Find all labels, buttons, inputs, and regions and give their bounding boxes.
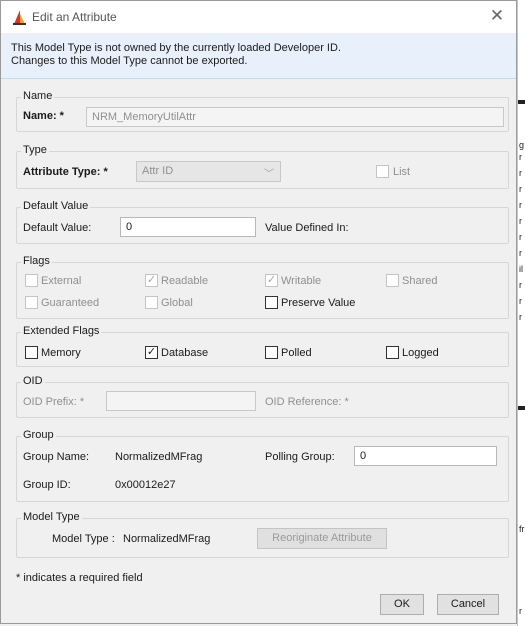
oid-reference-label: OID Reference: * xyxy=(265,396,349,408)
readable-label: Readable xyxy=(161,275,209,287)
extended-flags-group: Extended Flags Memory ✓ Database Polled … xyxy=(16,325,509,367)
model-type-group: Model Type Model Type : NormalizedMFrag … xyxy=(16,511,509,558)
required-field-note: * indicates a required field xyxy=(16,572,143,584)
banner-line-1: This Model Type is not owned by the curr… xyxy=(11,42,341,54)
model-type-legend: Model Type xyxy=(21,511,82,523)
writable-label: Writable xyxy=(281,275,322,287)
attribute-type-value: Attr ID xyxy=(142,165,174,177)
list-checkbox[interactable] xyxy=(376,165,389,178)
default-value-legend: Default Value xyxy=(21,200,91,212)
background-text: r xyxy=(519,216,522,226)
writable-checkbox[interactable]: ✓ xyxy=(265,274,278,287)
oid-prefix-field[interactable] xyxy=(106,391,256,411)
group-name-value: NormalizedMFrag xyxy=(115,451,203,463)
polling-group-input[interactable]: 0 xyxy=(354,446,497,466)
default-value-input[interactable]: 0 xyxy=(120,217,256,237)
background-text: r xyxy=(519,606,522,616)
background-text: r xyxy=(519,168,522,178)
shared-label: Shared xyxy=(402,275,438,287)
background-text: r xyxy=(519,152,522,162)
guaranteed-label: Guaranteed xyxy=(41,297,100,309)
background-text: r xyxy=(519,280,522,290)
preserve-value-checkbox[interactable] xyxy=(265,296,278,309)
title-bar[interactable]: Edit an Attribute ✕ xyxy=(1,1,516,33)
background-text: r xyxy=(519,200,522,210)
flags-group: Flags External ✓ Readable ✓ Writable Sha… xyxy=(16,255,509,319)
global-checkbox[interactable] xyxy=(145,296,158,309)
memory-label: Memory xyxy=(41,347,81,359)
background-text: g xyxy=(519,140,525,150)
window-title: Edit an Attribute xyxy=(32,10,117,24)
background-text: r xyxy=(519,184,522,194)
extended-flags-legend: Extended Flags xyxy=(21,325,102,337)
group-id-value: 0x00012e27 xyxy=(115,479,176,491)
banner-line-2: Changes to this Model Type cannot be exp… xyxy=(11,55,248,67)
model-type-value: NormalizedMFrag xyxy=(123,533,211,545)
background-text: r xyxy=(519,296,522,306)
list-label: List xyxy=(393,166,411,178)
background-text: r xyxy=(519,232,522,242)
name-group: Name Name: * NRM_MemoryUtilAttr xyxy=(16,90,509,132)
flags-legend: Flags xyxy=(21,255,52,267)
background-text: il xyxy=(519,264,523,274)
logged-checkbox[interactable] xyxy=(386,346,399,359)
database-checkbox[interactable]: ✓ xyxy=(145,346,158,359)
type-group: Type Attribute Type: * Attr ID ﹀ List xyxy=(16,144,509,189)
memory-checkbox[interactable] xyxy=(25,346,38,359)
edit-attribute-dialog: Edit an Attribute ✕ This Model Type is n… xyxy=(0,0,517,624)
name-group-legend: Name xyxy=(21,90,55,102)
background-text: fr xyxy=(519,524,525,534)
group-id-label: Group ID: xyxy=(23,479,71,491)
name-field[interactable]: NRM_MemoryUtilAttr xyxy=(86,107,504,127)
global-label: Global xyxy=(161,297,193,309)
app-logo-icon xyxy=(13,10,26,25)
reoriginate-attribute-button[interactable]: Reoriginate Attribute xyxy=(257,528,387,549)
external-checkbox[interactable] xyxy=(25,274,38,287)
group-name-label: Group Name: xyxy=(23,451,90,463)
background-text: r xyxy=(519,312,522,322)
value-defined-in-label: Value Defined In: xyxy=(265,222,349,234)
background-divider xyxy=(518,100,525,104)
chevron-down-icon: ﹀ xyxy=(264,169,274,180)
readable-checkbox[interactable]: ✓ xyxy=(145,274,158,287)
database-label: Database xyxy=(161,347,209,359)
logged-label: Logged xyxy=(402,347,439,359)
preserve-value-label: Preserve Value xyxy=(281,297,356,309)
cancel-button[interactable]: Cancel xyxy=(437,594,499,615)
model-type-label: Model Type : xyxy=(52,533,115,545)
name-label: Name: * xyxy=(23,110,64,122)
background-divider xyxy=(518,406,525,410)
oid-group: OID OID Prefix: * OID Reference: * xyxy=(16,375,509,418)
group-group: Group Group Name: NormalizedMFrag Pollin… xyxy=(16,429,509,502)
background-window-edge: g r r r r r r r il r r r fr r xyxy=(517,0,525,626)
shared-checkbox[interactable] xyxy=(386,274,399,287)
oid-prefix-label: OID Prefix: * xyxy=(23,396,85,408)
polled-checkbox[interactable] xyxy=(265,346,278,359)
polling-group-label: Polling Group: xyxy=(265,451,335,463)
type-group-legend: Type xyxy=(21,144,49,156)
attribute-type-select[interactable]: Attr ID ﹀ xyxy=(136,161,281,182)
close-icon[interactable]: ✕ xyxy=(487,6,507,26)
polled-label: Polled xyxy=(281,347,312,359)
background-text: r xyxy=(519,248,522,258)
attribute-type-label: Attribute Type: * xyxy=(23,166,108,178)
oid-legend: OID xyxy=(21,375,45,387)
ok-button[interactable]: OK xyxy=(380,594,424,615)
group-legend: Group xyxy=(21,429,56,441)
guaranteed-checkbox[interactable] xyxy=(25,296,38,309)
default-value-group: Default Value Default Value: 0 Value Def… xyxy=(16,200,509,244)
default-value-label: Default Value: xyxy=(23,222,92,234)
external-label: External xyxy=(41,275,82,287)
ownership-warning-banner: This Model Type is not owned by the curr… xyxy=(1,33,516,79)
